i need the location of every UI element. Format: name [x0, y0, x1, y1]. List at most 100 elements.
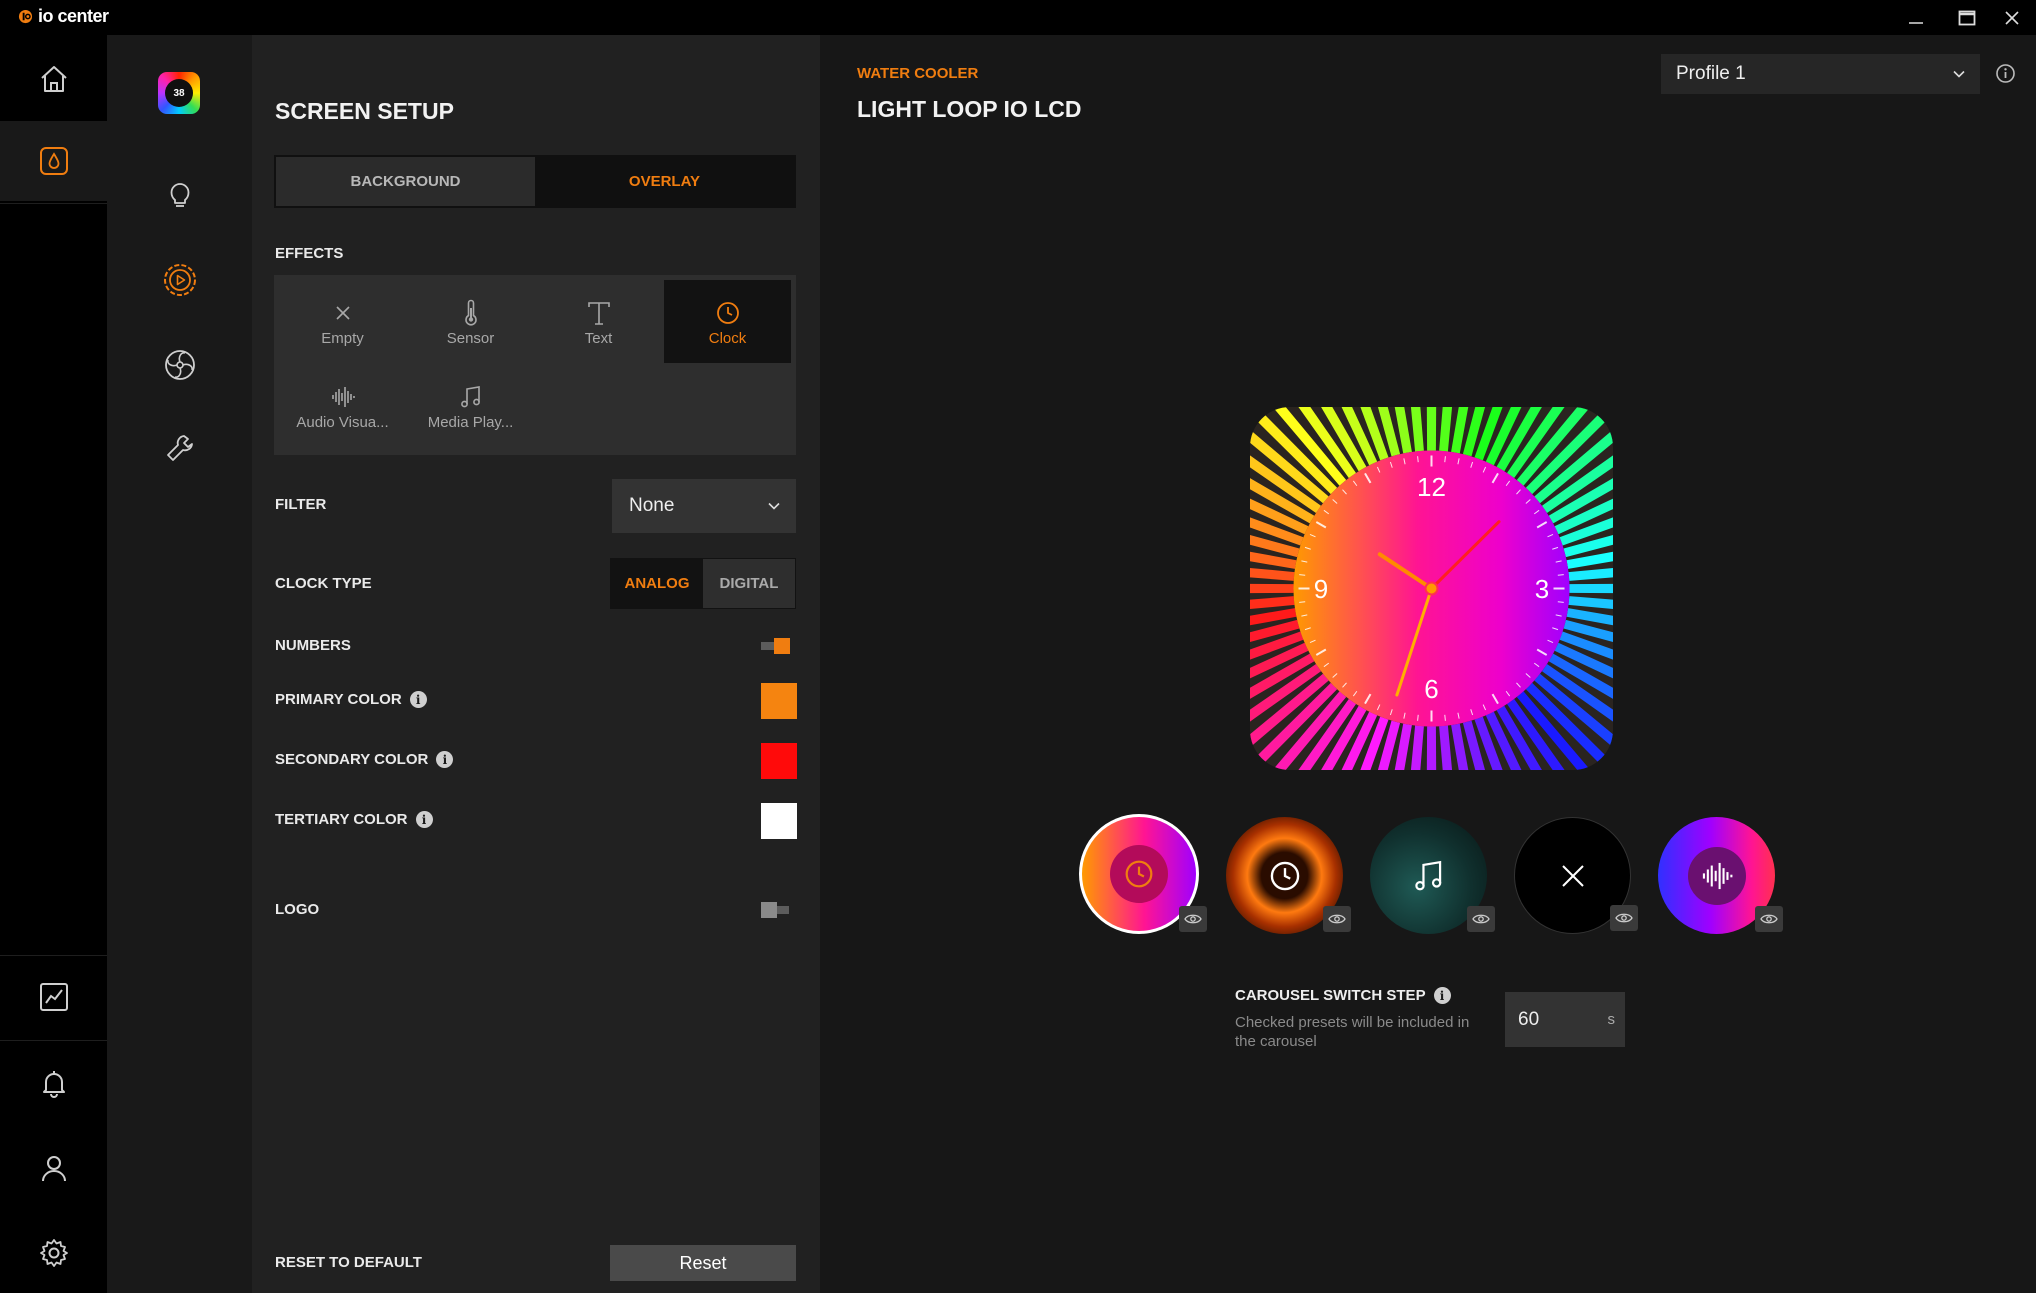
tab-overlay[interactable]: OVERLAY	[535, 157, 794, 206]
preset-visibility-toggle[interactable]	[1467, 906, 1495, 932]
device-main-area: WATER COOLER LIGHT LOOP IO LCD Profile 1…	[820, 35, 2036, 1293]
rainbow-fin	[1569, 583, 1613, 594]
rainbow-fin	[1426, 726, 1437, 770]
numbers-label-text: NUMBERS	[275, 637, 351, 654]
preset-visibility-toggle[interactable]	[1179, 906, 1207, 932]
eye-icon	[1472, 914, 1490, 924]
effect-label: Text	[584, 330, 613, 347]
clock-tick	[1299, 574, 1306, 576]
nav-notifications[interactable]	[0, 1043, 107, 1123]
waveform-icon	[331, 387, 355, 407]
sub-nav-tools[interactable]	[107, 418, 252, 478]
clock-type-toggle: ANALOG DIGITAL	[610, 558, 796, 609]
effect-label: Empty	[321, 330, 364, 347]
nav-monitoring[interactable]	[0, 957, 107, 1037]
effect-clock[interactable]: Clock	[664, 280, 791, 363]
nav-water-cooler[interactable]	[0, 121, 107, 201]
clock-tick	[1444, 714, 1446, 721]
eye-icon	[1328, 914, 1346, 924]
eye-icon	[1760, 914, 1778, 924]
preset-visibility-toggle[interactable]	[1755, 906, 1783, 932]
effect-label: Sensor	[446, 330, 495, 347]
filter-value: None	[629, 495, 675, 516]
carousel-step-value: 60	[1518, 1008, 1540, 1030]
clock-tick	[1557, 601, 1564, 603]
effect-sensor[interactable]: Sensor	[407, 280, 534, 363]
device-thumbnail[interactable]: 38	[158, 72, 200, 114]
sub-nav-screen[interactable]	[107, 250, 252, 310]
carousel-help-text: Checked presets will be included in the …	[1235, 1014, 1470, 1050]
info-icon[interactable]: i	[436, 751, 454, 768]
nav-home[interactable]	[0, 39, 107, 119]
tertiary-color-swatch[interactable]	[761, 803, 797, 839]
brand: io center	[18, 6, 109, 27]
effect-audio-visualizer[interactable]: Audio Visua...	[279, 364, 406, 447]
preset-clock-vortex[interactable]	[1226, 817, 1351, 934]
carousel-label-text: CAROUSEL SWITCH STEP	[1235, 987, 1426, 1004]
preset-center	[1687, 846, 1746, 905]
logo-label-text: LOGO	[275, 901, 320, 918]
close-button[interactable]	[1988, 0, 2036, 35]
rail-divider	[0, 1040, 107, 1041]
preset-audio-visualizer[interactable]	[1658, 817, 1783, 934]
tab-background[interactable]: BACKGROUND	[276, 157, 535, 206]
maximize-button[interactable]	[1943, 0, 1991, 35]
toggle-knob	[774, 638, 790, 654]
rainbow-fin	[1426, 407, 1437, 451]
clock-tick	[1444, 456, 1446, 463]
play-circle-icon	[163, 264, 196, 296]
tertiary-color-label: TERTIARY COLOR	[275, 811, 408, 828]
secondary-color-swatch[interactable]	[761, 743, 797, 779]
filter-select[interactable]: None	[612, 479, 796, 533]
rail-divider	[0, 955, 107, 956]
preset-visibility-toggle[interactable]	[1323, 906, 1351, 932]
text-icon	[587, 302, 610, 325]
profile-select[interactable]: Profile 1	[1661, 54, 1980, 94]
info-icon[interactable]: i	[1433, 987, 1451, 1004]
maximize-icon	[1958, 10, 1976, 25]
sub-nav-fans[interactable]	[107, 335, 252, 395]
effects-label: EFFECTS	[275, 245, 344, 262]
effect-media-player[interactable]: Media Play...	[407, 364, 534, 447]
primary-color-row: PRIMARY COLOR i	[275, 691, 427, 708]
eye-icon	[1615, 913, 1633, 923]
info-icon[interactable]: i	[415, 811, 433, 828]
lightbulb-icon	[170, 183, 189, 207]
effect-text[interactable]: Text	[535, 280, 662, 363]
info-icon[interactable]	[1995, 63, 2016, 84]
info-icon[interactable]: i	[409, 691, 427, 708]
numbers-label: NUMBERS	[275, 637, 351, 654]
device-category: WATER COOLER	[857, 65, 979, 82]
fan-icon	[164, 350, 195, 380]
x-icon	[335, 306, 350, 320]
reset-button[interactable]: Reset	[610, 1245, 796, 1281]
effect-empty[interactable]: Empty	[279, 280, 406, 363]
preset-clock-overlay[interactable]	[1079, 814, 1207, 934]
preset-empty[interactable]	[1514, 817, 1638, 934]
toggle-knob	[761, 902, 777, 918]
clock-number-3: 3	[1535, 574, 1549, 604]
preset-media-player[interactable]	[1370, 817, 1495, 934]
numbers-toggle[interactable]	[761, 638, 793, 654]
logo-toggle[interactable]	[761, 902, 793, 918]
clock-tick	[1417, 714, 1419, 721]
nav-account[interactable]	[0, 1128, 107, 1208]
clock-icon	[1125, 860, 1153, 888]
nav-settings[interactable]	[0, 1213, 107, 1293]
carousel-step-input[interactable]: 60 s	[1505, 992, 1625, 1047]
music-note-icon	[460, 386, 480, 408]
brand-name: io center	[38, 6, 109, 26]
clock-type-analog[interactable]: ANALOG	[611, 559, 703, 608]
wrench-icon	[166, 435, 193, 461]
clock-type-digital[interactable]: DIGITAL	[703, 559, 795, 608]
eye-icon	[1184, 914, 1202, 924]
reset-label: RESET TO DEFAULT	[275, 1254, 422, 1271]
home-icon	[40, 66, 67, 92]
preset-visibility-toggle[interactable]	[1610, 905, 1638, 931]
screen-setup-panel: SCREEN SETUP BACKGROUND OVERLAY EFFECTS …	[252, 35, 820, 1293]
carousel-switch-step-label: CAROUSEL SWITCH STEP i	[1235, 987, 1451, 1004]
sub-nav-lighting[interactable]	[107, 166, 252, 226]
clock-center-pin	[1424, 581, 1439, 596]
primary-color-swatch[interactable]	[761, 683, 797, 719]
minimize-button[interactable]	[1892, 0, 1940, 35]
